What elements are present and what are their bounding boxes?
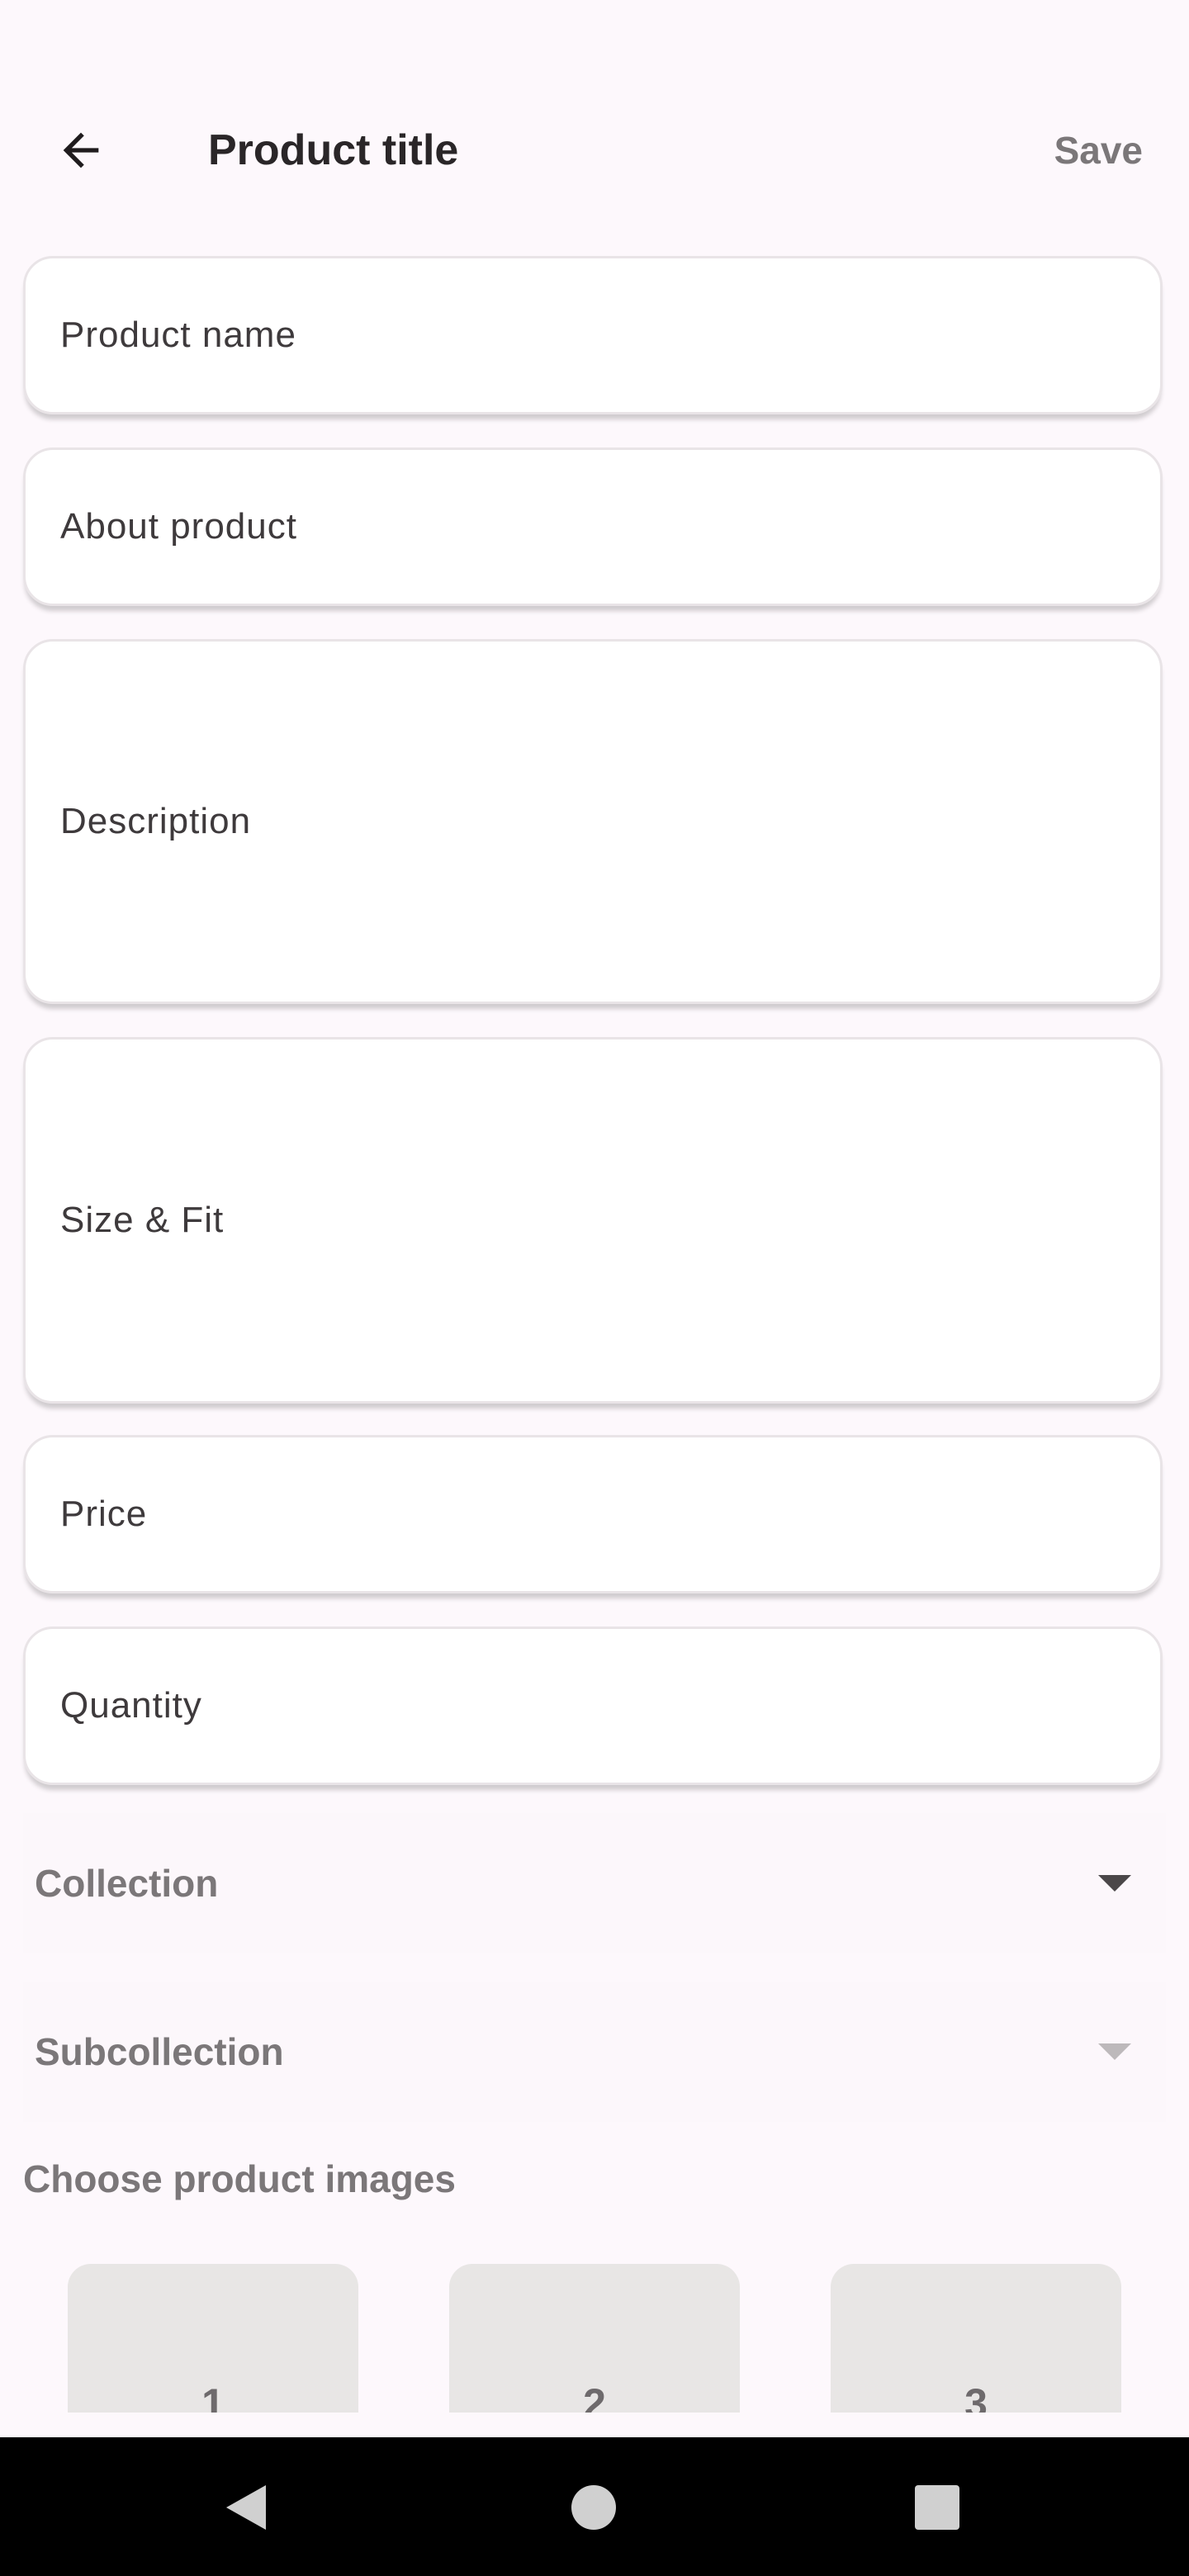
circle-home-icon[interactable]	[565, 2479, 623, 2536]
scroll-clip	[0, 2413, 1189, 2437]
subcollection-dropdown[interactable]: Subcollection	[23, 1982, 1166, 2122]
image-slot-number: 2	[583, 2380, 606, 2413]
image-slot-number: 3	[964, 2380, 988, 2413]
product-name-placeholder: Product name	[60, 315, 296, 355]
image-slot-3[interactable]: 3	[831, 2264, 1121, 2413]
arrow-back-icon	[63, 132, 99, 168]
status-bar	[0, 0, 1189, 66]
collection-dropdown[interactable]: Collection	[23, 1813, 1166, 1953]
system-nav-bar	[0, 2437, 1189, 2576]
size-fit-placeholder: Size & Fit	[60, 1200, 225, 1240]
image-slot-2[interactable]: 2	[449, 2264, 740, 2413]
square-recents-icon[interactable]	[908, 2479, 966, 2536]
subcollection-label: Subcollection	[35, 2030, 284, 2073]
app-bar: Product title Save	[0, 84, 1189, 216]
triangle-back-icon[interactable]	[218, 2479, 276, 2536]
description-field[interactable]: Description	[23, 639, 1163, 1004]
price-field[interactable]: Price	[23, 1435, 1163, 1593]
quantity-field[interactable]: Quantity	[23, 1627, 1163, 1785]
about-product-placeholder: About product	[60, 506, 297, 547]
quantity-placeholder: Quantity	[60, 1685, 202, 1726]
description-placeholder: Description	[60, 801, 252, 841]
save-button[interactable]: Save	[1054, 124, 1143, 177]
image-slot-1[interactable]: 1	[68, 2264, 358, 2413]
size-fit-field[interactable]: Size & Fit	[23, 1037, 1163, 1404]
about-product-field[interactable]: About product	[23, 447, 1163, 606]
collection-label: Collection	[35, 1862, 219, 1905]
product-name-field[interactable]: Product name	[23, 256, 1163, 414]
back-button[interactable]	[40, 109, 122, 192]
choose-images-title: Choose product images	[23, 2157, 456, 2200]
image-slot-number: 1	[201, 2380, 225, 2413]
caret-down-icon	[1098, 2043, 1131, 2060]
caret-down-icon	[1098, 1875, 1131, 1892]
page-title: Product title	[208, 126, 459, 174]
price-placeholder: Price	[60, 1494, 148, 1534]
